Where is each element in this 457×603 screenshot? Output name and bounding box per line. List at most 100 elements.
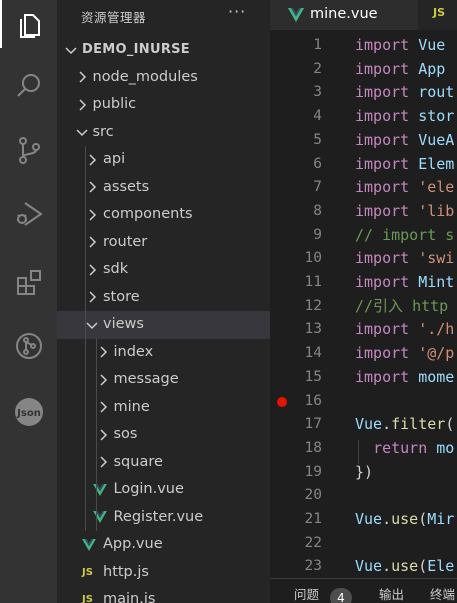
vue-file-icon [288, 7, 304, 26]
code-line[interactable]: 5 import VueA [270, 129, 457, 153]
chevron-right-icon[interactable] [86, 256, 98, 284]
tree-folder[interactable]: sdk [57, 256, 270, 284]
line-number: 5 [313, 131, 322, 148]
code-line[interactable]: 14 import '@/p [270, 342, 457, 366]
code-line[interactable]: 10 import 'swi [270, 247, 457, 271]
code-line[interactable]: 22 [270, 532, 457, 556]
tree-item-label: node_modules [92, 68, 198, 85]
line-number: 2 [313, 60, 322, 77]
code-line[interactable]: 19}) [270, 461, 457, 485]
code-line[interactable]: 13 import './h [270, 318, 457, 342]
tree-item-label: Login.vue [113, 481, 184, 497]
files-icon[interactable] [0, 0, 57, 48]
code-text: import 'lib [355, 201, 455, 220]
code-line[interactable]: 1 import Vue [270, 34, 457, 58]
tree-item-label: App.vue [103, 536, 163, 552]
chevron-right-icon[interactable] [97, 449, 109, 477]
tree-folder[interactable]: router [57, 229, 270, 257]
code-line[interactable]: 17 Vue.filter( [270, 413, 457, 437]
line-number: 10 [304, 250, 322, 267]
vue-file-icon [92, 504, 107, 532]
tab-problems[interactable]: 问题 [294, 584, 319, 603]
tab-mine-vue[interactable]: mine.vue [270, 0, 418, 30]
git-graph-icon[interactable] [0, 322, 57, 370]
tree-folder[interactable]: views [57, 311, 270, 339]
chevron-right-icon[interactable] [97, 339, 109, 367]
breakpoint-icon[interactable] [277, 397, 287, 407]
tab-terminal[interactable]: 终端 [430, 584, 455, 603]
tree-folder[interactable]: api [57, 146, 270, 174]
code-line[interactable]: 16 [270, 390, 457, 414]
tree-file[interactable]: JS main.js [57, 586, 270, 603]
chevron-right-icon[interactable] [97, 421, 109, 449]
editor-area: mine.vue JS 1 import Vue 2 import App 3 impor… [270, 0, 457, 603]
json-icon[interactable]: Json [0, 388, 57, 436]
tree-indent-guide [85, 146, 86, 531]
code-line[interactable]: 2 import App [270, 58, 457, 82]
tree-indent-guide [96, 338, 97, 531]
tree-root[interactable]: DEMO_INURSE [57, 36, 270, 64]
tab-output[interactable]: 输出 [379, 584, 404, 603]
tree-file[interactable]: Register.vue [57, 504, 270, 532]
json-icon-text: Json [16, 408, 41, 419]
tree-folder[interactable]: square [57, 449, 270, 477]
code-line[interactable]: 11 import Mint [270, 271, 457, 295]
tree-folder[interactable]: message [57, 366, 270, 394]
tree-file[interactable]: JS http.js [57, 559, 270, 587]
code-line[interactable]: 9 // import s [270, 224, 457, 248]
code-line[interactable]: 23 Vue.use(Ele [270, 555, 457, 579]
line-number: 21 [304, 511, 322, 527]
chevron-right-icon[interactable] [97, 394, 109, 422]
line-number: 11 [304, 274, 322, 290]
tree-item-label: mine [113, 398, 150, 415]
more-actions-button[interactable]: ··· [228, 2, 246, 21]
chevron-right-icon[interactable] [86, 201, 98, 229]
tree-folder[interactable]: components [57, 201, 270, 229]
chevron-down-icon[interactable] [65, 36, 77, 64]
run-debug-icon[interactable] [0, 190, 57, 238]
js-file-icon[interactable]: JS [433, 6, 445, 19]
tree-folder[interactable]: store [57, 284, 270, 312]
code-line[interactable]: 3 import rout [270, 81, 457, 105]
line-number: 14 [304, 345, 322, 362]
tree-item-label: public [92, 96, 137, 112]
extensions-icon[interactable] [0, 258, 57, 306]
tree-folder[interactable]: node_modules [57, 64, 270, 92]
tree-folder[interactable]: index [57, 339, 270, 367]
chevron-right-icon[interactable] [97, 366, 109, 394]
chevron-down-icon[interactable] [86, 311, 98, 339]
code-line[interactable]: 4 import stor [270, 105, 457, 129]
js-file-icon: JS [82, 594, 93, 603]
code-line[interactable]: 21 Vue.use(Mir [270, 508, 457, 532]
tree-folder[interactable]: public [57, 91, 270, 119]
tree-item-label: index [113, 343, 154, 360]
chevron-right-icon[interactable] [86, 284, 98, 312]
chevron-right-icon[interactable] [76, 91, 88, 119]
search-icon[interactable] [0, 62, 57, 110]
code-line[interactable]: 12 //引入 http [270, 295, 457, 319]
code-line[interactable]: 6 import Elem [270, 153, 457, 177]
tree-file[interactable]: App.vue [57, 531, 270, 559]
tree-folder[interactable]: assets [57, 174, 270, 202]
chevron-right-icon[interactable] [86, 146, 98, 174]
tree-folder[interactable]: src [57, 119, 270, 147]
code-line[interactable]: 7 import 'ele [270, 176, 457, 200]
chevron-right-icon[interactable] [86, 229, 98, 257]
chevron-right-icon[interactable] [76, 64, 88, 92]
code-line[interactable]: 20 [270, 484, 457, 508]
activity-bar: Json [0, 0, 57, 603]
tree-file[interactable]: Login.vue [57, 476, 270, 504]
chevron-down-icon[interactable] [75, 119, 88, 147]
chevron-right-icon[interactable] [86, 174, 98, 202]
line-number: 17 [304, 416, 322, 433]
tree-item-label: DEMO_INURSE [82, 42, 190, 57]
code-line[interactable]: 15 import mome [270, 366, 457, 390]
line-number: 9 [313, 226, 322, 243]
source-control-icon[interactable] [0, 126, 57, 174]
code-line[interactable]: 8 import 'lib [270, 200, 457, 224]
code-text: Vue.filter( [355, 415, 455, 434]
tree-item-label: views [103, 316, 144, 332]
code-line[interactable]: 18 return mo [270, 437, 457, 461]
tree-folder[interactable]: sos [57, 421, 270, 449]
tree-folder[interactable]: mine [57, 394, 270, 422]
